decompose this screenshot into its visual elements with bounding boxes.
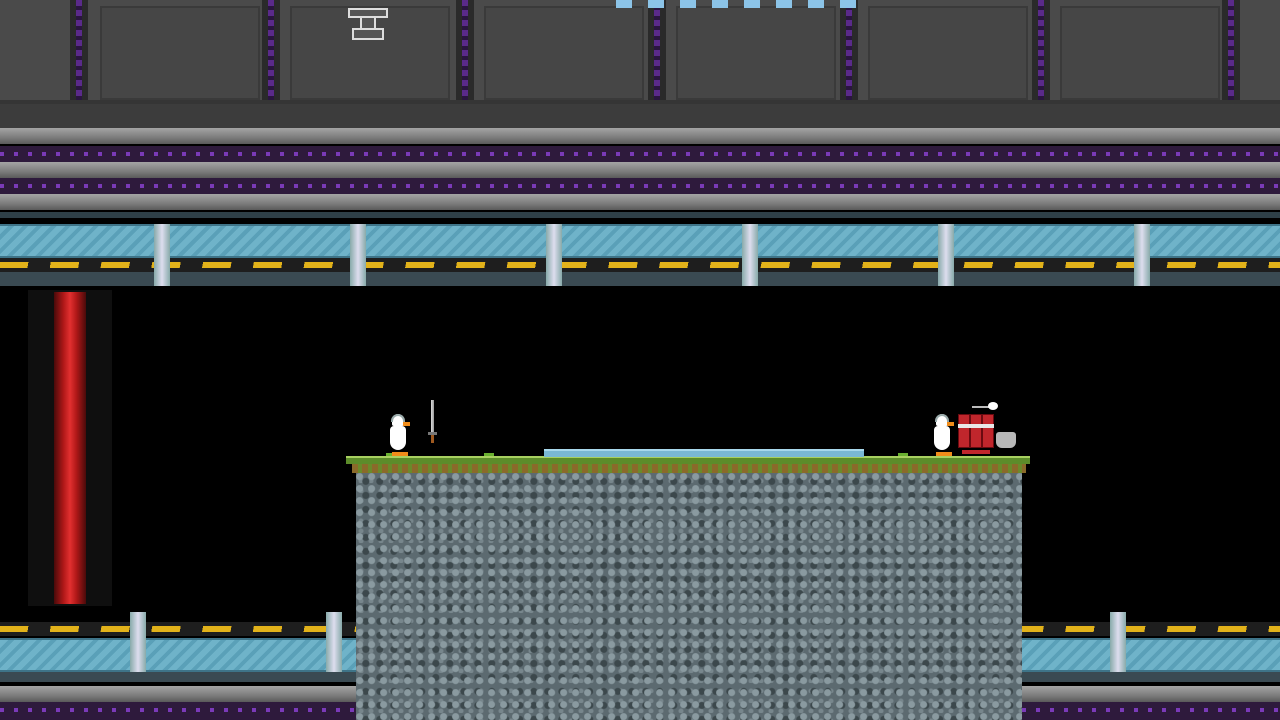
ceiling-pillar <box>70 0 88 100</box>
ceiling-light <box>680 0 696 8</box>
pipe-purple <box>0 146 1280 162</box>
ceiling-panel <box>868 6 1028 100</box>
rock-platform <box>356 473 1022 720</box>
ceiling-light <box>776 0 792 8</box>
pipe-connector <box>938 224 954 286</box>
ceiling-pillar <box>1222 0 1240 100</box>
player-duck-left[interactable] <box>388 414 410 458</box>
grass-tuft <box>484 450 494 456</box>
ceiling-panel <box>484 6 644 100</box>
pipe-connector <box>1134 224 1150 286</box>
pipe-connector <box>742 224 758 286</box>
anvil-icon <box>348 8 388 42</box>
ceiling-light <box>648 0 664 8</box>
platform-grass <box>346 456 1030 464</box>
pipe-purple <box>0 178 1280 194</box>
armor-icon[interactable] <box>996 432 1016 448</box>
ceiling-panel <box>1060 6 1220 100</box>
ceiling-light <box>744 0 760 8</box>
player-duck-right[interactable] <box>932 414 954 458</box>
pipe-connector <box>546 224 562 286</box>
glass-window-band <box>0 224 1280 258</box>
pipe-connector <box>154 224 170 286</box>
water-strip <box>544 449 864 457</box>
ceiling-light <box>840 0 856 8</box>
grass-tuft <box>898 450 908 456</box>
pipe-connector <box>326 612 342 672</box>
sword-icon[interactable] <box>428 400 437 444</box>
hazard-stripe <box>0 258 1280 272</box>
pipe-connector <box>130 612 146 672</box>
ceiling-panel <box>100 6 260 100</box>
pipe-gray <box>0 162 1280 178</box>
pipe-gray <box>0 194 1280 210</box>
ceiling-pillar <box>456 0 474 100</box>
red-laser-beam <box>54 292 86 604</box>
pipe-connector <box>350 224 366 286</box>
pipe-separator <box>0 212 1280 218</box>
pipe-gray <box>0 128 1280 144</box>
ceiling-pillar <box>840 0 858 100</box>
ceiling-lip <box>0 100 1280 128</box>
ceiling-pillar <box>648 0 666 100</box>
pipe-connector <box>1110 612 1126 672</box>
ceiling-light <box>712 0 728 8</box>
ceiling-pillar <box>1032 0 1050 100</box>
platform-dirt <box>352 463 1026 473</box>
band-base <box>0 272 1280 286</box>
ceiling-panel <box>676 6 836 100</box>
ceiling-light <box>616 0 632 8</box>
ceiling-pillar <box>262 0 280 100</box>
dynamite-icon[interactable] <box>958 402 998 456</box>
ceiling-light <box>808 0 824 8</box>
